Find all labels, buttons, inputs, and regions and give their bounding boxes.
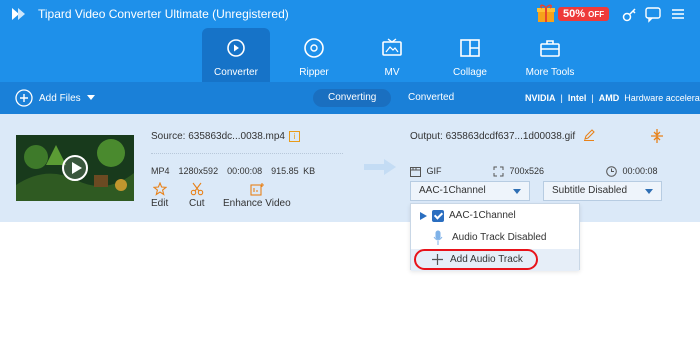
split-icon[interactable] [651,129,663,143]
nav-mv-label: MV [384,67,400,78]
audio-option-disabled-label: Audio Track Disabled [452,232,547,243]
audio-track-value: AAC-1Channel [419,185,486,196]
resize-icon [493,166,504,177]
source-resolution: 1280x592 [178,166,219,176]
nav-converter[interactable]: Converter [202,28,270,82]
cut-label: Cut [189,198,205,209]
add-files-label: Add Files [39,92,81,104]
source-filename: Source: 635863dc...0038.mp4 [151,131,285,143]
title-bar: Tipard Video Converter Ultimate (Unregis… [0,0,700,28]
audio-option-disabled[interactable]: Audio Track Disabled [411,227,579,249]
scissors-icon [190,182,204,196]
source-format: MP4 [151,166,170,176]
source-size: 915.85 KB [271,166,316,176]
discount-badge[interactable]: 50% OFF [558,7,610,21]
checkbox-checked-icon[interactable] [432,210,444,222]
add-files-button[interactable]: Add Files [15,89,95,107]
chevron-down-icon [513,189,521,194]
expand-arrow-icon [420,212,427,220]
app-logo-icon [12,8,25,20]
video-thumbnail[interactable] [16,135,134,201]
nav-converter-label: Converter [214,67,258,78]
clock-icon [606,166,617,177]
nav-ripper[interactable]: Ripper [280,28,348,82]
microphone-icon [433,230,443,245]
gift-icon [537,4,555,22]
add-circle-icon [15,89,33,107]
chevron-down-icon [645,189,653,194]
key-icon[interactable] [620,4,640,24]
chevron-down-icon[interactable] [86,95,95,101]
rename-pencil-icon[interactable] [583,129,595,141]
audio-option-aac-label: AAC-1Channel [449,210,516,221]
play-icon[interactable] [62,155,88,181]
nav-mv[interactable]: MV [358,28,426,82]
edit-button[interactable]: Edit [151,182,168,209]
cut-button[interactable]: Cut [189,182,205,209]
nav-more-tools[interactable]: More Tools [514,28,586,82]
nav-collage-label: Collage [453,67,487,78]
source-duration: 00:00:08 [227,166,263,176]
convert-arrow-icon [364,159,396,175]
converter-toolbar: Add Files Converting Converted NVIDIA | … [0,82,700,114]
output-format-group: GIF [410,166,442,177]
video-format-icon [410,166,421,177]
hardware-acceleration[interactable]: NVIDIA | Intel | AMD Hardware accelerat [525,93,700,103]
chat-icon[interactable] [643,4,663,24]
enhance-video-label: Enhance Video [223,198,291,209]
source-file: Source: 635863dc...0038.mp4 i [151,131,300,142]
output-resolution-group: 700x526 [493,166,544,177]
mv-tv-icon [382,38,402,56]
edit-label: Edit [151,198,169,209]
divider [151,153,343,154]
collage-grid-icon [460,39,480,57]
hw-nvidia: NVIDIA [525,93,556,103]
tab-converted[interactable]: Converted [393,89,469,107]
subtitle-value: Subtitle Disabled [552,185,628,196]
output-duration-group: 00:00:08 [606,166,658,177]
tab-converting[interactable]: Converting [313,89,392,107]
subtitle-select[interactable]: Subtitle Disabled [543,181,662,201]
output-format: GIF [426,166,442,176]
output-resolution: 700x526 [509,166,545,176]
main-nav: Converter Ripper MV Collage More Tools [0,28,700,82]
enhance-video-button[interactable]: Enhance Video [223,182,291,209]
nav-collage[interactable]: Collage [436,28,504,82]
hw-intel: Intel [567,93,587,103]
discount-suffix: OFF [588,10,605,19]
info-icon[interactable]: i [288,131,300,142]
highlight-annotation [414,249,538,270]
app-title: Tipard Video Converter Ultimate (Unregis… [38,7,289,21]
enhance-icon [250,183,264,196]
audio-option-aac[interactable]: AAC-1Channel [411,205,579,227]
discount-percent: 50% [563,8,586,20]
source-meta: MP4 1280x592 00:00:08 915.85 KB [151,166,315,176]
audio-track-select[interactable]: AAC-1Channel [410,181,530,201]
conversion-tabs: Converting Converted [313,89,473,107]
edit-star-icon [152,182,167,196]
nav-more-tools-label: More Tools [525,67,575,78]
converter-icon [227,39,245,57]
nav-ripper-label: Ripper [299,67,329,78]
toolbox-icon [540,40,560,57]
ripper-disc-icon [304,38,324,58]
menu-icon[interactable] [668,4,688,24]
output-duration: 00:00:08 [622,166,658,176]
hw-label: Hardware accelerat [624,93,700,103]
output-filename: Output: 635863dcdf637...1d00038.gif [410,131,576,142]
hw-amd: AMD [598,93,620,103]
file-item[interactable] [0,114,700,222]
